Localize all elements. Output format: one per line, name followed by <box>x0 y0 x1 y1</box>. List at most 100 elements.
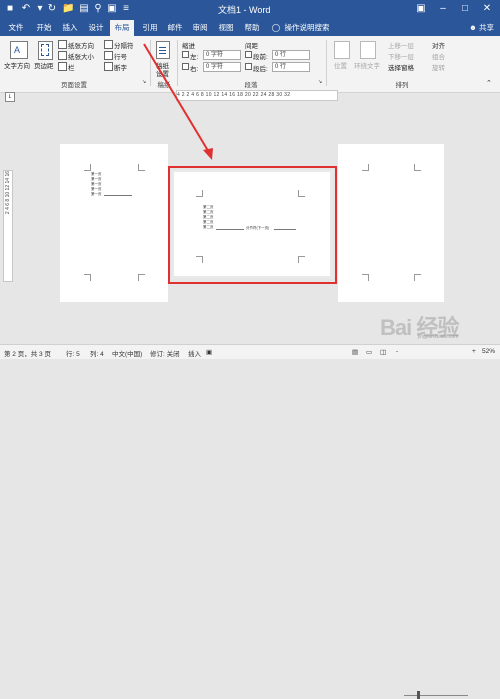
line-numbers-icon <box>104 51 113 60</box>
margin-mark <box>362 274 369 281</box>
margins-icon[interactable] <box>38 41 53 60</box>
page-setup-group-label: 页面设置 <box>61 82 87 89</box>
tab-help[interactable]: 帮助 <box>242 21 262 35</box>
breaks-icon <box>104 40 113 49</box>
save-icon[interactable]: ■ <box>4 3 16 15</box>
tab-layout[interactable]: 布局 <box>110 20 134 36</box>
document-title: 文档1 - Word <box>218 5 271 15</box>
zoom-in-button[interactable]: + <box>472 348 476 355</box>
image-icon[interactable]: ▣ <box>106 3 118 15</box>
tab-file[interactable]: 文件 <box>6 21 26 35</box>
text-line: 第一页 <box>91 177 102 181</box>
align-button[interactable]: 对齐 <box>432 40 445 50</box>
tab-view[interactable]: 视图 <box>216 21 236 35</box>
undo-icon[interactable]: ↶ <box>20 3 32 15</box>
spacing-header: 间距 <box>245 43 258 50</box>
spacing-before-input[interactable]: 0 行 <box>272 50 310 60</box>
wrap-text-icon[interactable] <box>360 41 376 59</box>
indent-right-input[interactable]: 0 字符 <box>203 62 241 72</box>
page-count[interactable]: 第 2 页，共 3 页 <box>4 348 51 358</box>
minimize-icon[interactable]: – <box>436 2 450 16</box>
read-mode-icon[interactable]: ▤ <box>352 348 358 356</box>
web-layout-icon[interactable]: ◫ <box>380 348 386 356</box>
send-backward-button[interactable]: 下移一层 <box>388 51 414 61</box>
more-icon[interactable]: ≡ <box>120 3 132 15</box>
orientation-button[interactable]: 纸张方向 <box>68 40 94 50</box>
print-preview-icon[interactable]: ▤ <box>78 3 90 15</box>
group-button[interactable]: 组合 <box>432 51 445 61</box>
hyphenation-button[interactable]: 断字 <box>114 62 127 72</box>
text-direction-button[interactable]: 文字方向 <box>4 60 30 70</box>
columns-button[interactable]: 栏 <box>68 62 75 72</box>
line-indicator[interactable]: 行: 5 <box>66 348 80 358</box>
spacing-before-label: 段前: <box>253 54 268 61</box>
open-icon[interactable]: 📁 <box>62 3 74 15</box>
close-icon[interactable]: ✕ <box>480 2 494 16</box>
tab-review[interactable]: 审阅 <box>190 21 210 35</box>
ribbon-display-icon[interactable]: ▣ <box>414 2 428 16</box>
draft-paper-icon[interactable] <box>156 41 170 59</box>
indent-left-input[interactable]: 0 字符 <box>203 50 241 60</box>
position-icon[interactable] <box>334 41 350 59</box>
title-bar: ■ ↶ ▾ ↻ 📁 ▤ ⚲ ▣ ≡ 文档1 - Word ▣ – □ ✕ <box>0 0 500 18</box>
draft-settings-label[interactable]: 设置 <box>156 68 169 78</box>
size-button[interactable]: 纸张大小 <box>68 51 94 61</box>
tab-insert[interactable]: 插入 <box>60 21 80 35</box>
search-icon[interactable]: ⚲ <box>92 3 104 15</box>
zoom-slider-thumb[interactable] <box>417 691 420 699</box>
share-button[interactable]: ☻ 共享 <box>469 21 494 35</box>
tab-selector[interactable]: L <box>5 92 15 102</box>
tab-home[interactable]: 开始 <box>34 21 54 35</box>
zoom-level[interactable]: 52% <box>482 348 495 355</box>
spacing-after-input[interactable]: 0 行 <box>272 62 310 72</box>
column-indicator[interactable]: 列: 4 <box>90 348 104 358</box>
tab-references[interactable]: 引用 <box>140 21 160 35</box>
page-1[interactable]: 第一页 第一页 第一页 第一页 第一页 <box>60 144 168 302</box>
collapse-ribbon-icon[interactable]: ⌃ <box>486 79 492 87</box>
bring-forward-button[interactable]: 上移一层 <box>388 40 414 50</box>
redo-icon[interactable]: ↻ <box>46 3 58 15</box>
arrow-head <box>203 148 213 160</box>
spacing-after-icon <box>245 63 252 70</box>
horizontal-ruler[interactable]: 4 2 2 4 6 8 10 12 14 16 18 20 22 24 28 3… <box>176 90 338 101</box>
undo-dropdown-icon[interactable]: ▾ <box>34 3 46 15</box>
wrap-text-button[interactable]: 环绕文字 <box>354 60 380 70</box>
page-setup-launcher-icon[interactable]: ↘ <box>142 79 146 85</box>
breaks-button[interactable]: 分隔符 <box>114 40 134 50</box>
margin-mark <box>84 164 91 171</box>
text-line: 第一页 <box>91 192 102 196</box>
rotate-button[interactable]: 旋转 <box>432 62 445 72</box>
language-indicator[interactable]: 中文(中国) <box>112 348 142 358</box>
margin-mark <box>414 164 421 171</box>
draft-group-label: 稿纸 <box>157 82 171 89</box>
margin-mark <box>138 164 145 171</box>
selection-pane-button[interactable]: 选择窗格 <box>388 62 414 72</box>
position-button[interactable]: 位置 <box>334 60 347 70</box>
zoom-slider-track[interactable] <box>404 695 468 696</box>
zoom-out-button[interactable]: - <box>396 348 398 355</box>
indent-header: 缩进 <box>182 43 195 50</box>
print-layout-icon[interactable]: ▭ <box>366 348 372 356</box>
paragraph-launcher-icon[interactable]: ↘ <box>318 79 322 85</box>
horizontal-ruler-numbers: 4 2 2 4 6 8 10 12 14 16 18 20 22 24 28 3… <box>177 92 291 98</box>
arrange-group-label: 排列 <box>395 82 409 89</box>
maximize-icon[interactable]: □ <box>458 2 472 16</box>
margin-mark <box>414 274 421 281</box>
insert-mode-indicator[interactable]: 插入 <box>188 348 201 358</box>
text-direction-icon[interactable]: A <box>10 41 28 59</box>
track-changes-indicator[interactable]: 修订: 关闭 <box>150 348 180 358</box>
tell-me-search[interactable]: 操作说明搜索 <box>282 21 332 35</box>
share-label: 共享 <box>479 23 494 32</box>
group-separator <box>177 40 178 86</box>
page-3[interactable] <box>338 144 444 302</box>
hyphenation-icon <box>104 62 113 71</box>
vertical-ruler-numbers: 2 4 6 8 10 12 14 16 <box>5 171 11 215</box>
macro-icon[interactable]: ▣ <box>206 348 212 356</box>
margins-button[interactable]: 页边距 <box>34 60 54 70</box>
vertical-ruler[interactable]: 2 4 6 8 10 12 14 16 <box>3 170 13 282</box>
line-numbers-button[interactable]: 行号 <box>114 51 127 61</box>
tab-design[interactable]: 设计 <box>86 21 106 35</box>
tab-mailings[interactable]: 邮件 <box>165 21 185 35</box>
indent-right-label: 右: <box>190 66 199 73</box>
indent-left-icon <box>182 51 189 58</box>
